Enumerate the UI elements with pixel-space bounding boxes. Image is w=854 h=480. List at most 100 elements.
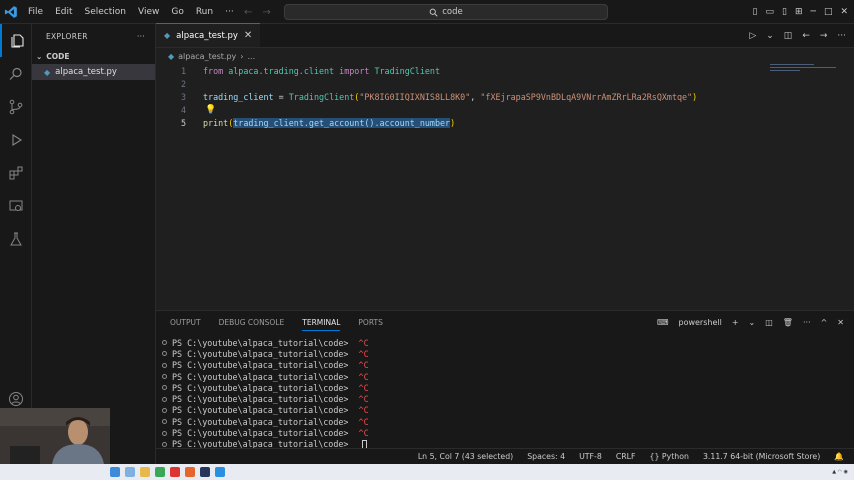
code-line-5[interactable]: 5 print(trading_client.get_account().acc… xyxy=(156,116,854,129)
command-decoration-icon[interactable] xyxy=(162,351,167,357)
editor-more-icon[interactable]: ··· xyxy=(837,31,846,41)
split-editor-icon[interactable]: ◫ xyxy=(784,31,793,41)
code-line-3[interactable]: 3 trading_client = TradingClient("PK8IG0… xyxy=(156,90,854,103)
search-activity-icon[interactable] xyxy=(0,57,32,90)
status-bar: Ln 5, Col 7 (43 selected) Spaces: 4 UTF-… xyxy=(156,448,854,464)
minimize-icon[interactable]: ─ xyxy=(811,7,816,17)
minimap[interactable] xyxy=(770,64,836,74)
split-terminal-icon[interactable]: ◫ xyxy=(765,318,773,327)
search-icon xyxy=(429,8,438,17)
back-arrow-icon[interactable]: ← xyxy=(244,7,252,18)
close-panel-icon[interactable]: ✕ xyxy=(837,318,844,327)
nav-arrows: ← → xyxy=(244,0,271,24)
workspace-section[interactable]: ⌄ CODE xyxy=(32,48,155,64)
shell-name[interactable]: powershell xyxy=(678,318,721,327)
extensions-icon[interactable] xyxy=(0,156,32,189)
kill-terminal-trash-icon[interactable]: 🗑 xyxy=(783,318,793,327)
notifications-bell-icon[interactable]: 🔔 xyxy=(834,452,844,461)
class-name: TradingClient xyxy=(374,65,441,76)
line-source: from alpaca.trading.client import Tradin… xyxy=(203,66,440,76)
terminal-output[interactable]: PS C:\youtube\alpaca_tutorial\code> ^C PS… xyxy=(156,333,854,450)
menu-more[interactable]: ··· xyxy=(219,0,240,24)
menu-bar: File Edit Selection View Go Run ··· xyxy=(22,0,240,24)
python-interpreter[interactable]: 3.11.7 64-bit (Microsoft Store) xyxy=(703,452,820,461)
toggle-panel-icon[interactable]: ▭ xyxy=(766,7,775,17)
close-window-icon[interactable]: ✕ xyxy=(840,7,848,17)
source-control-icon[interactable] xyxy=(0,90,32,123)
command-decoration-icon[interactable] xyxy=(162,362,167,368)
breadcrumb-file[interactable]: alpaca_test.py xyxy=(178,52,236,61)
run-debug-icon[interactable] xyxy=(0,123,32,156)
navigate-forward-icon[interactable]: → xyxy=(820,31,828,41)
cursor-position[interactable]: Ln 5, Col 7 (43 selected) xyxy=(418,452,513,461)
command-decoration-icon[interactable] xyxy=(162,441,167,447)
firefox-icon[interactable] xyxy=(185,467,195,477)
explorer-icon[interactable] xyxy=(0,24,32,57)
command-decoration-icon[interactable] xyxy=(162,340,167,346)
more-actions-icon[interactable]: ··· xyxy=(137,32,145,41)
close-tab-icon[interactable]: ✕ xyxy=(244,30,252,41)
run-python-icon[interactable]: ▷ xyxy=(749,31,756,41)
taskbar-apps xyxy=(110,464,225,480)
string-api-key: "PK8IG0IIQIXNIS8LL8K0" xyxy=(359,91,471,102)
command-decoration-icon[interactable] xyxy=(162,374,167,380)
forward-arrow-icon[interactable]: → xyxy=(262,7,270,18)
vscode-taskbar-icon[interactable] xyxy=(215,467,225,477)
terminal-app-icon[interactable] xyxy=(200,467,210,477)
panel-more-icon[interactable]: ··· xyxy=(803,318,811,327)
start-icon[interactable] xyxy=(110,467,120,477)
language-mode[interactable]: {} Python xyxy=(650,452,689,461)
terminal-line: PS C:\youtube\alpaca_tutorial\code> ^C xyxy=(162,371,854,382)
file-item-alpaca-test[interactable]: ◆ alpaca_test.py xyxy=(32,64,155,80)
code-lines[interactable]: 1 from alpaca.trading.client import Trad… xyxy=(156,64,854,129)
terminal-prompt: PS C:\youtube\alpaca_tutorial\code> xyxy=(172,405,354,416)
tray-icons[interactable]: ▲ ◠ ◉ xyxy=(832,469,848,475)
command-decoration-icon[interactable] xyxy=(162,385,167,391)
command-center-search[interactable]: code xyxy=(284,4,608,20)
encoding[interactable]: UTF-8 xyxy=(579,452,602,461)
code-line-4[interactable]: 4 💡 xyxy=(156,103,854,116)
app-icon[interactable] xyxy=(170,467,180,477)
indentation[interactable]: Spaces: 4 xyxy=(527,452,565,461)
maximize-icon[interactable]: □ xyxy=(824,7,833,17)
code-line-2[interactable]: 2 xyxy=(156,77,854,90)
braces-icon: {} xyxy=(649,452,660,461)
menu-run[interactable]: Run xyxy=(190,0,219,24)
line-ending[interactable]: CRLF xyxy=(616,452,636,461)
search-label: code xyxy=(442,7,463,17)
testing-flask-icon[interactable] xyxy=(0,222,32,255)
file-explorer-icon[interactable] xyxy=(140,467,150,477)
terminal-dropdown-icon[interactable]: ⌄ xyxy=(749,318,756,327)
lightbulb-icon[interactable]: 💡 xyxy=(205,105,216,115)
new-terminal-icon[interactable]: + xyxy=(732,318,739,327)
maximize-panel-icon[interactable]: ^ xyxy=(821,318,828,327)
command-decoration-icon[interactable] xyxy=(162,407,167,413)
search-taskbar-icon[interactable] xyxy=(125,467,135,477)
menu-edit[interactable]: Edit xyxy=(49,0,78,24)
toggle-secondary-sidebar-icon[interactable]: ▯ xyxy=(782,7,787,17)
command-decoration-icon[interactable] xyxy=(162,419,167,425)
tab-alpaca-test[interactable]: ◆ alpaca_test.py ✕ xyxy=(156,23,261,47)
customize-layout-icon[interactable]: ⊞ xyxy=(795,7,803,17)
interrupt-text: ^C xyxy=(358,371,369,382)
navigate-back-icon[interactable]: ← xyxy=(802,31,810,41)
remote-explorer-icon[interactable] xyxy=(0,189,32,222)
code-line-1[interactable]: 1 from alpaca.trading.client import Trad… xyxy=(156,64,854,77)
tab-output[interactable]: OUTPUT xyxy=(170,318,201,327)
menu-view[interactable]: View xyxy=(132,0,165,24)
tab-debug-console[interactable]: DEBUG CONSOLE xyxy=(219,318,285,327)
line-number: 2 xyxy=(180,78,186,89)
menu-file[interactable]: File xyxy=(22,0,49,24)
command-decoration-icon[interactable] xyxy=(162,396,167,402)
terminal-line: PS C:\youtube\alpaca_tutorial\code> ^C xyxy=(162,427,854,438)
chrome-icon[interactable] xyxy=(155,467,165,477)
run-dropdown-icon[interactable]: ⌄ xyxy=(766,31,774,41)
menu-selection[interactable]: Selection xyxy=(79,0,132,24)
toggle-sidebar-icon[interactable]: ▯ xyxy=(753,7,758,17)
tab-ports[interactable]: PORTS xyxy=(358,318,382,327)
breadcrumb-symbols[interactable]: ... xyxy=(247,52,255,61)
system-tray: ▲ ◠ ◉ xyxy=(832,464,848,480)
command-decoration-icon[interactable] xyxy=(162,430,167,436)
tab-terminal[interactable]: TERMINAL xyxy=(302,318,341,331)
menu-go[interactable]: Go xyxy=(165,0,189,24)
